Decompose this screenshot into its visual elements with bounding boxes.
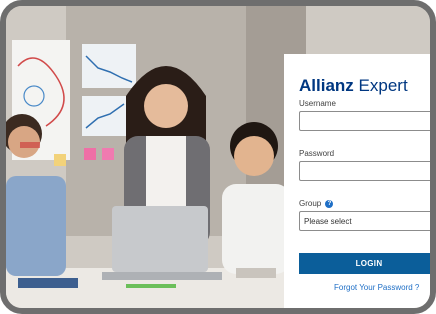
- login-panel: Allianz Expert Username Password Group ?…: [284, 54, 430, 308]
- password-input[interactable]: [299, 161, 430, 181]
- group-label-row: Group ?: [299, 199, 334, 208]
- help-circle-icon[interactable]: ?: [325, 200, 334, 208]
- password-label: Password: [299, 149, 335, 158]
- group-label: Group: [299, 199, 322, 208]
- login-button[interactable]: LOGIN: [299, 253, 430, 274]
- allianz-expert-logo: Allianz Expert: [299, 76, 408, 95]
- group-select[interactable]: Please select: [299, 211, 430, 231]
- username-input[interactable]: [299, 111, 430, 131]
- username-label: Username: [299, 99, 336, 108]
- forgot-password-link[interactable]: Forgot Your Password ?: [334, 283, 419, 292]
- screenshot-frame: Allianz Expert Username Password Group ?…: [0, 0, 436, 314]
